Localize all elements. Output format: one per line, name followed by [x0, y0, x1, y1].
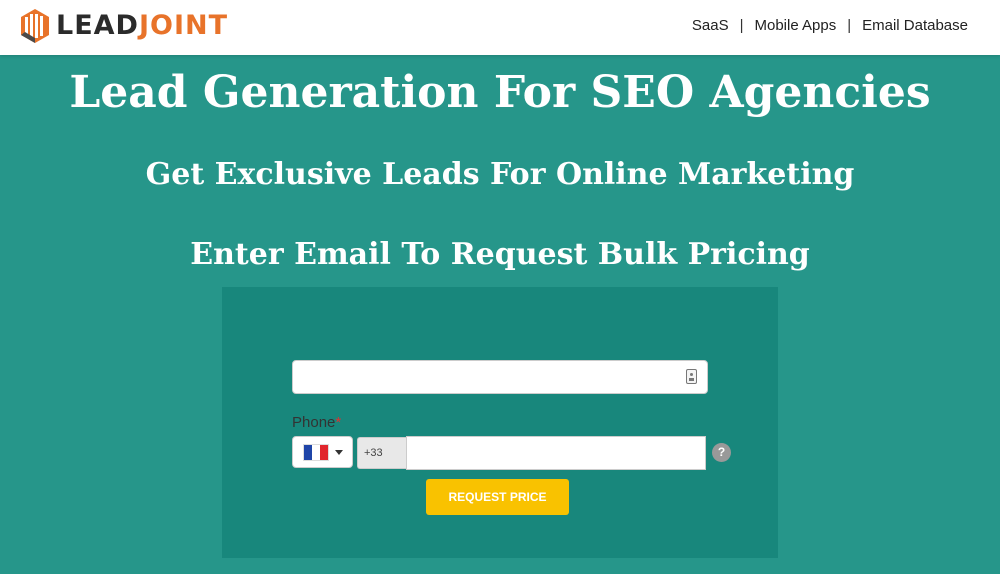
brand-name: LEADJOINT	[56, 8, 228, 44]
chevron-down-icon	[335, 449, 343, 455]
nav-link-saas[interactable]: SaaS	[692, 17, 729, 34]
hero-title: Lead Generation For SEO Agencies	[69, 67, 931, 118]
nav-link-mobile-apps[interactable]: Mobile Apps	[754, 17, 836, 34]
nav-separator: |	[847, 16, 852, 34]
brand-logo[interactable]: LEADJOINT	[20, 8, 228, 44]
main-nav: SaaS | Mobile Apps | Email Database	[692, 0, 968, 50]
site-header: LEADJOINT SaaS | Mobile Apps | Email Dat…	[0, 0, 1000, 55]
phone-input[interactable]	[406, 436, 706, 470]
hero-cta-text: Enter Email To Request Bulk Pricing	[190, 237, 810, 272]
nav-separator: |	[739, 16, 744, 34]
leadjoint-logo-icon	[21, 9, 49, 43]
question-mark-icon[interactable]: ?	[712, 443, 731, 462]
required-marker: *	[335, 414, 342, 431]
nav-link-email-database[interactable]: Email Database	[862, 17, 968, 34]
request-price-button[interactable]: REQUEST PRICE	[426, 479, 569, 515]
country-select[interactable]	[292, 436, 353, 468]
hero-subtitle: Get Exclusive Leads For Online Marketing	[145, 157, 855, 192]
brand-name-part2: JOINT	[138, 10, 229, 41]
flag-france-icon	[303, 443, 329, 461]
phone-label-text: Phone	[292, 414, 336, 431]
autofill-contact-icon[interactable]	[686, 369, 697, 384]
request-pricing-form: Phone* +33 ? REQUEST PRICE	[222, 287, 778, 558]
email-input[interactable]	[292, 360, 708, 394]
phone-label: Phone*	[292, 414, 341, 431]
dial-code: +33	[357, 437, 407, 469]
brand-name-part1: LEAD	[56, 10, 139, 41]
